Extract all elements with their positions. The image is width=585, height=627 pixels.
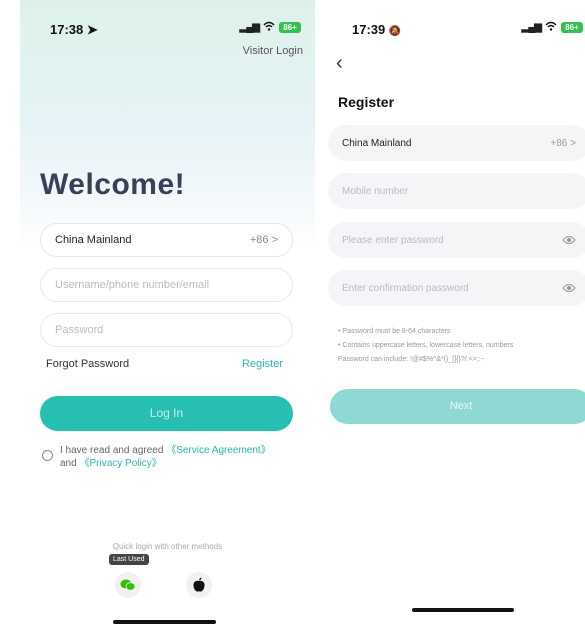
mobile-placeholder: Mobile number bbox=[342, 185, 409, 197]
agree-and: and bbox=[60, 458, 77, 469]
home-indicator bbox=[412, 608, 514, 612]
quick-login-label: Quick login with other methods bbox=[112, 542, 223, 551]
rule-length: • Password must be 8-64 characters bbox=[338, 328, 451, 335]
register-screen: 17:39 🔕 ▂▄▆ 86+ ‹ Register China Mainlan… bbox=[322, 0, 585, 627]
service-agreement-link[interactable]: 《Service Agreement》 bbox=[166, 445, 271, 456]
agreement: I have read and agreed 《Service Agreemen… bbox=[42, 444, 302, 470]
next-button[interactable]: Next bbox=[330, 389, 585, 424]
apple-icon bbox=[193, 577, 205, 592]
privacy-policy-link[interactable]: 《Privacy Policy》 bbox=[79, 458, 161, 469]
register-link[interactable]: Register bbox=[242, 358, 283, 370]
eye-icon[interactable] bbox=[562, 235, 576, 245]
password-placeholder: Password bbox=[55, 324, 104, 336]
signal-icon: ▂▄▆ bbox=[239, 22, 260, 33]
status-icons: ▂▄▆ 86+ bbox=[522, 21, 583, 34]
welcome-title: Welcome! bbox=[40, 168, 186, 201]
visitor-login-link[interactable]: Visitor Login bbox=[243, 45, 303, 57]
password-rules: • Password must be 8-64 characters • Con… bbox=[338, 325, 585, 367]
password-input[interactable]: Please enter password bbox=[328, 222, 585, 258]
forgot-password-link[interactable]: Forgot Password bbox=[46, 358, 129, 370]
region-label: China Mainland bbox=[55, 234, 132, 246]
login-button[interactable]: Log In bbox=[40, 396, 293, 431]
region-selector[interactable]: China Mainland +86 > bbox=[328, 125, 585, 161]
region-code: +86 > bbox=[249, 234, 278, 246]
password-input[interactable]: Password bbox=[40, 313, 293, 347]
apple-login-button[interactable] bbox=[186, 572, 212, 598]
login-screen: 17:38 ➤ ▂▄▆ 86+ Visitor Login Welcome! C… bbox=[20, 0, 315, 627]
signal-icon: ▂▄▆ bbox=[521, 22, 542, 33]
back-button[interactable]: ‹ bbox=[336, 52, 343, 75]
wechat-icon bbox=[120, 579, 136, 591]
status-icons: ▂▄▆ 86+ bbox=[240, 21, 301, 34]
wifi-icon bbox=[263, 21, 275, 34]
rule-chars: • Contains uppercase letters, lowercase … bbox=[338, 342, 514, 349]
home-indicator bbox=[113, 620, 216, 624]
bell-muted-icon: 🔕 bbox=[388, 26, 402, 37]
wechat-login-button[interactable] bbox=[115, 572, 141, 598]
status-time: 17:38 ➤ bbox=[50, 22, 98, 37]
battery-icon: 86+ bbox=[561, 22, 583, 33]
mobile-number-input[interactable]: Mobile number bbox=[328, 173, 585, 209]
username-input[interactable]: Username/phone number/email bbox=[40, 268, 293, 302]
status-time: 17:39 🔕 bbox=[352, 22, 402, 37]
rule-symbols: Password can include: !@#$%^&*()_[]{}?/.… bbox=[338, 356, 485, 363]
page-title: Register bbox=[338, 94, 395, 110]
battery-icon: 86+ bbox=[279, 22, 301, 33]
agree-radio[interactable] bbox=[42, 450, 53, 461]
password-placeholder: Please enter password bbox=[342, 234, 444, 246]
region-selector[interactable]: China Mainland +86 > bbox=[40, 223, 293, 257]
last-used-badge: Last Used bbox=[109, 554, 149, 565]
region-label: China Mainland bbox=[342, 137, 412, 149]
wifi-icon bbox=[545, 21, 557, 34]
agree-prefix: I have read and agreed bbox=[60, 445, 164, 456]
username-placeholder: Username/phone number/email bbox=[55, 279, 210, 291]
confirm-placeholder: Enter confirmation password bbox=[342, 282, 469, 294]
eye-icon[interactable] bbox=[562, 283, 576, 293]
region-code: +86 > bbox=[550, 137, 576, 149]
confirm-password-input[interactable]: Enter confirmation password bbox=[328, 270, 585, 306]
location-arrow-icon: ➤ bbox=[86, 22, 98, 37]
